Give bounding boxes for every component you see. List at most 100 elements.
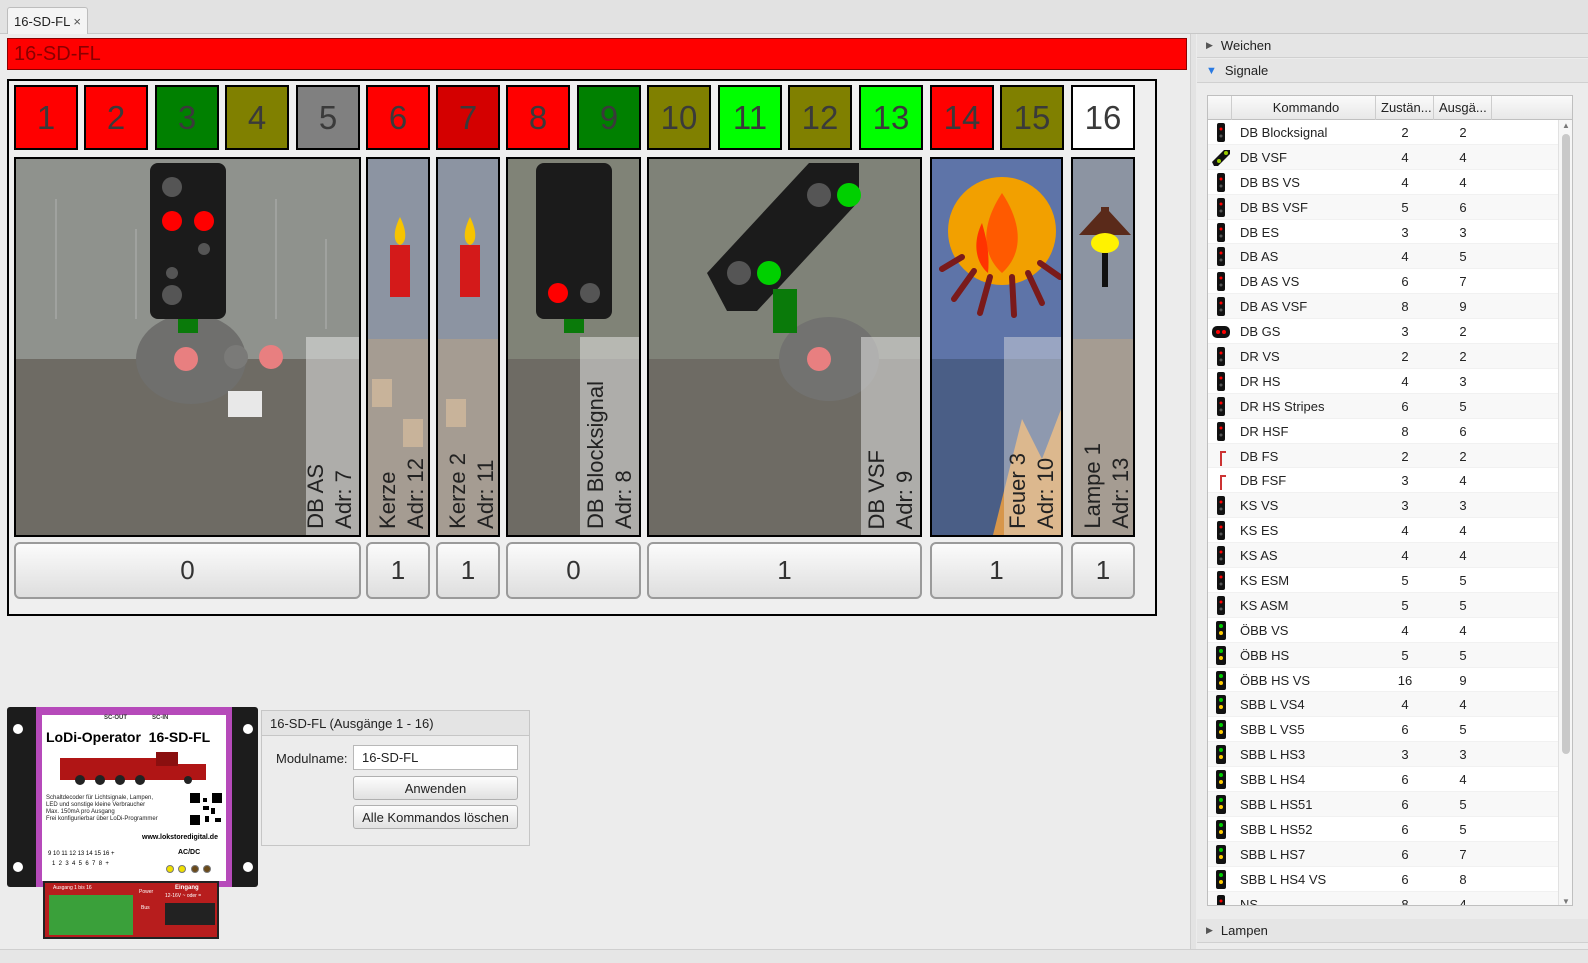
table-row[interactable]: SBB L VS4 4 4 (1208, 692, 1558, 718)
apply-button[interactable]: Anwenden (353, 776, 518, 800)
value-button-db-as[interactable]: 0 (14, 542, 361, 599)
row-name: ÖBB HS VS (1240, 672, 1311, 688)
table-row[interactable]: SBB L HS4 VS 6 8 (1208, 867, 1558, 892)
table-row[interactable]: KS AS 4 4 (1208, 543, 1558, 569)
value-button-lampe-1[interactable]: 1 (1071, 542, 1135, 599)
table-row[interactable]: SBB L HS51 6 5 (1208, 792, 1558, 817)
device-column-db-vsf[interactable]: DB VSF Adr: 9 (647, 157, 922, 537)
module-name-input[interactable]: 16-SD-FL (353, 745, 518, 770)
table-row[interactable]: DR VS 2 2 (1208, 344, 1558, 369)
output-indicator-12[interactable]: 12 (788, 85, 852, 150)
scroll-down-icon[interactable]: ▼ (1562, 897, 1570, 905)
device-column-feuer-3[interactable]: Feuer 3 Adr: 10 (930, 157, 1063, 537)
device-column-kerze-2[interactable]: Kerze 2 Adr: 11 (436, 157, 500, 537)
row-ausgaenge: 4 (1459, 473, 1467, 489)
column-kommando[interactable]: Kommando (1232, 96, 1376, 120)
splitter[interactable] (1190, 34, 1196, 949)
output-indicator-4[interactable]: 4 (225, 85, 289, 150)
output-indicator-11[interactable]: 11 (718, 85, 782, 150)
value-button-db-vsf[interactable]: 1 (647, 542, 922, 599)
device-column-db-as[interactable]: DB AS Adr: 7 (14, 157, 361, 537)
column-ausgaenge[interactable]: Ausgä... (1434, 96, 1492, 120)
table-row[interactable]: KS ESM 5 5 (1208, 568, 1558, 593)
table-row[interactable]: ÖBB HS 5 5 (1208, 642, 1558, 668)
table-row[interactable]: DB ES 3 3 (1208, 220, 1558, 245)
device-column-lampe-1[interactable]: Lampe 1 Adr: 13 (1071, 157, 1135, 537)
column-icon[interactable] (1208, 96, 1232, 120)
table-row[interactable]: DR HSF 8 6 (1208, 419, 1558, 444)
table-row[interactable]: DB Blocksignal 2 2 (1208, 120, 1558, 145)
accordion-weichen[interactable]: ▶ Weichen (1197, 34, 1588, 58)
output-indicator-2[interactable]: 2 (84, 85, 148, 150)
clear-commands-button[interactable]: Alle Kommandos löschen (353, 805, 518, 829)
row-name: DB FSF (1240, 473, 1287, 489)
table-row[interactable]: DB FS 2 2 (1208, 443, 1558, 469)
table-row[interactable]: ÖBB HS VS 16 9 (1208, 668, 1558, 693)
row-name: NS (1240, 896, 1259, 906)
table-row[interactable]: KS VS 3 3 (1208, 493, 1558, 519)
table-row[interactable]: ÖBB VS 4 4 (1208, 618, 1558, 643)
row-zustaende: 6 (1401, 797, 1409, 813)
table-row[interactable]: DR HS 4 3 (1208, 369, 1558, 394)
table-row[interactable]: SBB L HS52 6 5 (1208, 817, 1558, 842)
row-name: DR HS Stripes (1240, 398, 1325, 414)
output-indicator-8[interactable]: 8 (506, 85, 570, 150)
value-button-kerze-2[interactable]: 1 (436, 542, 500, 599)
output-indicator-1[interactable]: 1 (14, 85, 78, 150)
device-label: Feuer 3 Adr: 10 (1005, 453, 1058, 529)
table-row[interactable]: DB FSF 3 4 (1208, 468, 1558, 494)
mount-hole (243, 862, 253, 872)
vertical-scrollbar[interactable]: ▲ ▼ (1558, 120, 1572, 905)
table-row[interactable]: DR HS Stripes 6 5 (1208, 393, 1558, 419)
column-zustaende[interactable]: Zustän... (1376, 96, 1434, 120)
table-row[interactable]: SBB L HS3 3 3 (1208, 742, 1558, 768)
row-name: KS VS (1240, 498, 1279, 514)
row-ausgaenge: 6 (1459, 423, 1467, 439)
output-indicator-6[interactable]: 6 (366, 85, 430, 150)
tab-module[interactable]: 16-SD-FL × (7, 7, 88, 34)
output-indicator-5[interactable]: 5 (296, 85, 360, 150)
signal-icon (1210, 521, 1232, 541)
row-zustaende: 4 (1401, 149, 1409, 165)
row-name: KS ESM (1240, 573, 1290, 589)
output-indicator-7[interactable]: 7 (436, 85, 500, 150)
table-row[interactable]: DB VSF 4 4 (1208, 144, 1558, 170)
close-icon[interactable]: × (73, 14, 81, 29)
table-row[interactable]: KS ASM 5 5 (1208, 592, 1558, 618)
row-zustaende: 5 (1401, 597, 1409, 613)
output-indicator-10[interactable]: 10 (647, 85, 711, 150)
output-indicator-3[interactable]: 3 (155, 85, 219, 150)
scroll-thumb[interactable] (1562, 134, 1570, 754)
output-indicator-9[interactable]: 9 (577, 85, 641, 150)
device-column-kerze[interactable]: Kerze Adr: 12 (366, 157, 430, 537)
table-row[interactable]: SBB L HS7 6 7 (1208, 841, 1558, 867)
device-column-db-blocksignal[interactable]: DB Blocksignal Adr: 8 (506, 157, 641, 537)
output-indicator-13[interactable]: 13 (859, 85, 923, 150)
terminal-out-label: Ausgang 1 bis 16 (53, 885, 92, 891)
output-indicator-16[interactable]: 16 (1071, 85, 1135, 150)
row-zustaende: 6 (1401, 871, 1409, 887)
table-row[interactable]: SBB L HS4 6 4 (1208, 767, 1558, 793)
table-row[interactable]: SBB L VS5 6 5 (1208, 717, 1558, 743)
terminal-block: Ausgang 1 bis 16 Power Bus Eingang 12-16… (43, 881, 219, 939)
output-indicator-14[interactable]: 14 (930, 85, 994, 150)
value-button-kerze[interactable]: 1 (366, 542, 430, 599)
value-button-feuer-3[interactable]: 1 (930, 542, 1063, 599)
accordion-lampen[interactable]: ▶ Lampen (1197, 919, 1588, 943)
value-button-db-blocksignal[interactable]: 0 (506, 542, 641, 599)
table-row[interactable]: DB GS 3 2 (1208, 319, 1558, 345)
signal-icon (1210, 894, 1232, 905)
accordion-label: Weichen (1220, 38, 1272, 53)
accordion-signale[interactable]: ▼ Signale (1197, 59, 1588, 83)
table-row[interactable]: DB BS VSF 5 6 (1208, 194, 1558, 220)
table-row[interactable]: DB BS VS 4 4 (1208, 170, 1558, 195)
table-row[interactable]: KS ES 4 4 (1208, 518, 1558, 544)
table-row[interactable]: NS 8 4 (1208, 891, 1558, 906)
table-row[interactable]: DB AS VS 6 7 (1208, 269, 1558, 295)
table-row[interactable]: DB AS VSF 8 9 (1208, 294, 1558, 320)
row-name: SBB L HS3 (1240, 747, 1306, 763)
module-settings-header: 16-SD-FL (Ausgänge 1 - 16) (262, 711, 529, 736)
scroll-up-icon[interactable]: ▲ (1562, 121, 1570, 130)
table-row[interactable]: DB AS 4 5 (1208, 244, 1558, 270)
output-indicator-15[interactable]: 15 (1000, 85, 1064, 150)
